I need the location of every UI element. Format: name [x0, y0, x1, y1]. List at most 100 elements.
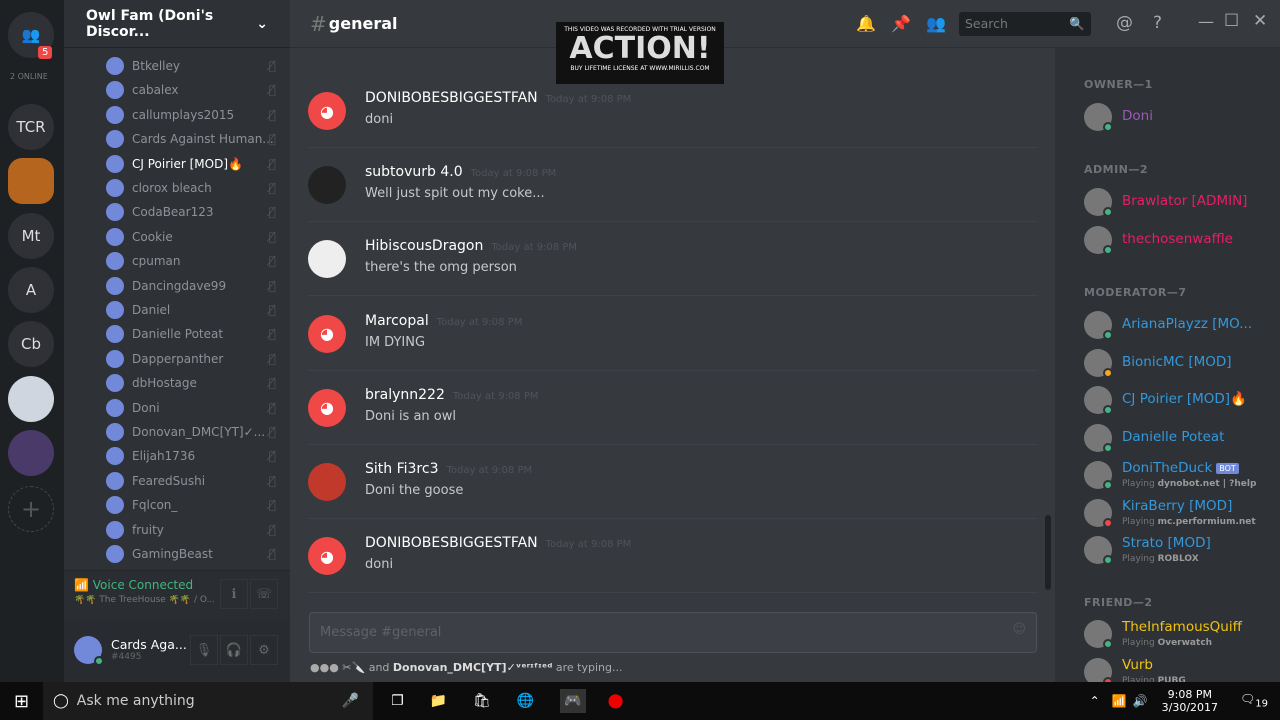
wifi-icon[interactable]: 📶	[1112, 694, 1127, 708]
member-item[interactable]: CJ Poirier [MOD]🔥	[1084, 385, 1274, 417]
server-mt[interactable]: Mt	[8, 213, 54, 259]
message-author[interactable]: bralynn222	[365, 387, 445, 403]
avatar[interactable]: ◕	[308, 537, 346, 576]
voice-user[interactable]: CJ Poirier [MOD]🔥 🎙̸	[106, 153, 276, 175]
avatar[interactable]: ◕	[308, 92, 346, 130]
mute-button[interactable]: 🎙	[190, 635, 218, 665]
mute-icon: 🎙̸	[268, 181, 276, 195]
voice-user[interactable]: GamingBeast 🎙̸	[106, 543, 276, 565]
avatar[interactable]	[308, 166, 346, 205]
pin-icon[interactable]: 📌	[891, 14, 911, 33]
message-author[interactable]: Sith Fi3rc3	[365, 461, 438, 477]
avatar[interactable]	[308, 240, 346, 279]
hash-icon: #	[310, 11, 327, 36]
close-button[interactable]: ✕	[1253, 11, 1267, 31]
voice-user[interactable]: Cookie 🎙̸	[106, 226, 276, 248]
server-art[interactable]	[8, 430, 54, 476]
voice-channel-name: 🌴🌴 The TreeHouse 🌴🌴 / O...	[74, 595, 214, 605]
volume-icon[interactable]: 🔊	[1133, 694, 1148, 708]
voice-user[interactable]: Donovan_DMC[YT]✓... 🎙̸	[106, 421, 276, 443]
server-owl-fam[interactable]	[8, 158, 54, 204]
message-author[interactable]: HibiscousDragon	[365, 238, 483, 254]
chrome-icon[interactable]: 🌐	[517, 693, 534, 709]
member-item[interactable]: Brawlator [ADMIN]	[1084, 187, 1274, 219]
member-name-row: BionicMC [MOD]	[1122, 354, 1232, 370]
headphones-icon: 🎧	[225, 642, 243, 658]
mute-icon: 🎙̸	[268, 498, 276, 513]
avatar[interactable]: ◕	[308, 388, 346, 427]
server-cb[interactable]: Cb	[8, 321, 54, 367]
voice-user[interactable]: Fqlcon_ 🎙̸	[106, 494, 276, 516]
mentions-icon[interactable]: @	[1116, 13, 1133, 33]
maximize-button[interactable]: ☐	[1224, 11, 1239, 31]
member-item[interactable]: DoniTheDuck BOT Playing dynobot.net | ?hel…	[1084, 460, 1274, 492]
member-item[interactable]: Strato [MOD] Playing ROBLOX	[1084, 535, 1274, 567]
voice-user[interactable]: cabalex 🎙̸	[106, 79, 276, 101]
bell-icon[interactable]: 🔔	[856, 14, 876, 33]
server-anime[interactable]	[8, 376, 54, 422]
settings-button[interactable]: ⚙	[250, 635, 278, 665]
gear-icon: ⚙	[258, 642, 270, 658]
voice-user[interactable]: FearedSushi 🎙̸	[106, 470, 276, 492]
member-item[interactable]: TheInfamousQuiff Playing Overwatch	[1084, 619, 1274, 651]
member-item[interactable]: Doni	[1084, 102, 1274, 134]
message-input[interactable]: Message #general ☺	[309, 612, 1037, 653]
notification-badge: 5	[38, 46, 53, 59]
voice-user[interactable]: Dapperpanther 🎙̸	[106, 348, 276, 370]
clock[interactable]: 9:08 PM 3/30/2017	[1162, 688, 1218, 714]
mute-icon: 🎙̸	[268, 376, 276, 391]
voice-user[interactable]: Dancingdave99 🎙̸	[106, 275, 276, 297]
message-author[interactable]: DONIBOBESBIGGESTFAN	[365, 535, 538, 551]
voice-user[interactable]: cpuman 🎙̸	[106, 250, 276, 272]
member-item[interactable]: KiraBerry [MOD] Playing mc.performium.net	[1084, 498, 1274, 530]
add-server-button[interactable]: +	[8, 486, 54, 532]
message-author[interactable]: subtovurb 4.0	[365, 164, 463, 180]
voice-user[interactable]: Cards Against Human... 🎙̸	[106, 128, 276, 150]
status-indicator	[1103, 245, 1113, 255]
voice-user[interactable]: CodaBear123 🎙̸	[106, 201, 276, 223]
avatar	[106, 520, 124, 539]
voice-user[interactable]: fruity 🎙̸	[106, 519, 276, 541]
voice-user[interactable]: dbHostage 🎙̸	[106, 372, 276, 394]
discord-taskbar-icon[interactable]: 🎮	[560, 689, 586, 713]
members-icon[interactable]: 👥	[926, 14, 946, 33]
connection-info-button[interactable]: ℹ	[220, 579, 248, 609]
voice-user[interactable]: Btkelley 🎙̸	[106, 55, 276, 77]
disconnect-button[interactable]: ☏	[250, 579, 278, 609]
message-author[interactable]: DONIBOBESBIGGESTFAN	[365, 90, 538, 106]
search-input[interactable]: Search 🔍	[959, 12, 1091, 36]
avatar[interactable]	[308, 463, 346, 501]
cortana-search[interactable]: ◯ Ask me anything 🎤	[43, 682, 374, 720]
task-view-icon[interactable]: ❐	[391, 693, 404, 709]
action-recorder-icon[interactable]: ⬤	[608, 693, 624, 709]
file-explorer-icon[interactable]: 📁	[430, 693, 447, 709]
emoji-icon[interactable]: ☺	[1012, 622, 1026, 637]
voice-user[interactable]: Doni 🎙̸	[106, 397, 276, 419]
voice-user[interactable]: clorox bleach 🎙̸	[106, 177, 276, 199]
member-item[interactable]: thechosenwaffle	[1084, 225, 1274, 257]
voice-user[interactable]: callumplays2015 🎙̸	[106, 104, 276, 126]
voice-user[interactable]: Elijah1736 🎙̸	[106, 445, 276, 467]
minimize-button[interactable]: —	[1198, 12, 1214, 31]
tray-chevron-icon[interactable]: ⌃	[1090, 694, 1100, 708]
voice-user-name: Danielle Poteat	[132, 327, 224, 342]
member-item[interactable]: ArianaPlayzz [MO...	[1084, 310, 1274, 342]
notification-center-icon[interactable]: 🗨19	[1240, 692, 1268, 709]
message-timestamp: Today at 9:08 PM	[545, 539, 632, 551]
voice-user[interactable]: Daniel 🎙̸	[106, 299, 276, 321]
server-tcr[interactable]: TCR	[8, 104, 54, 150]
member-item[interactable]: BionicMC [MOD]	[1084, 348, 1274, 380]
member-item[interactable]: Danielle Poteat	[1084, 423, 1274, 455]
deafen-button[interactable]: 🎧	[220, 635, 248, 665]
message-author[interactable]: Marcopal	[365, 313, 429, 329]
windows-start-icon[interactable]: ⊞	[14, 691, 29, 712]
chat-scrollbar[interactable]	[1045, 515, 1051, 590]
help-icon[interactable]: ?	[1153, 13, 1162, 33]
store-icon[interactable]: 🛍	[473, 693, 491, 709]
search-icon: 🔍	[1069, 16, 1085, 31]
avatar[interactable]: ◕	[308, 314, 346, 353]
server-a[interactable]: A	[8, 267, 54, 313]
voice-user[interactable]: Danielle Poteat 🎙̸	[106, 323, 276, 345]
member-name-row: Strato [MOD]	[1122, 535, 1211, 551]
server-header[interactable]: Owl Fam (Doni's Discor... ⌄	[64, 0, 290, 48]
